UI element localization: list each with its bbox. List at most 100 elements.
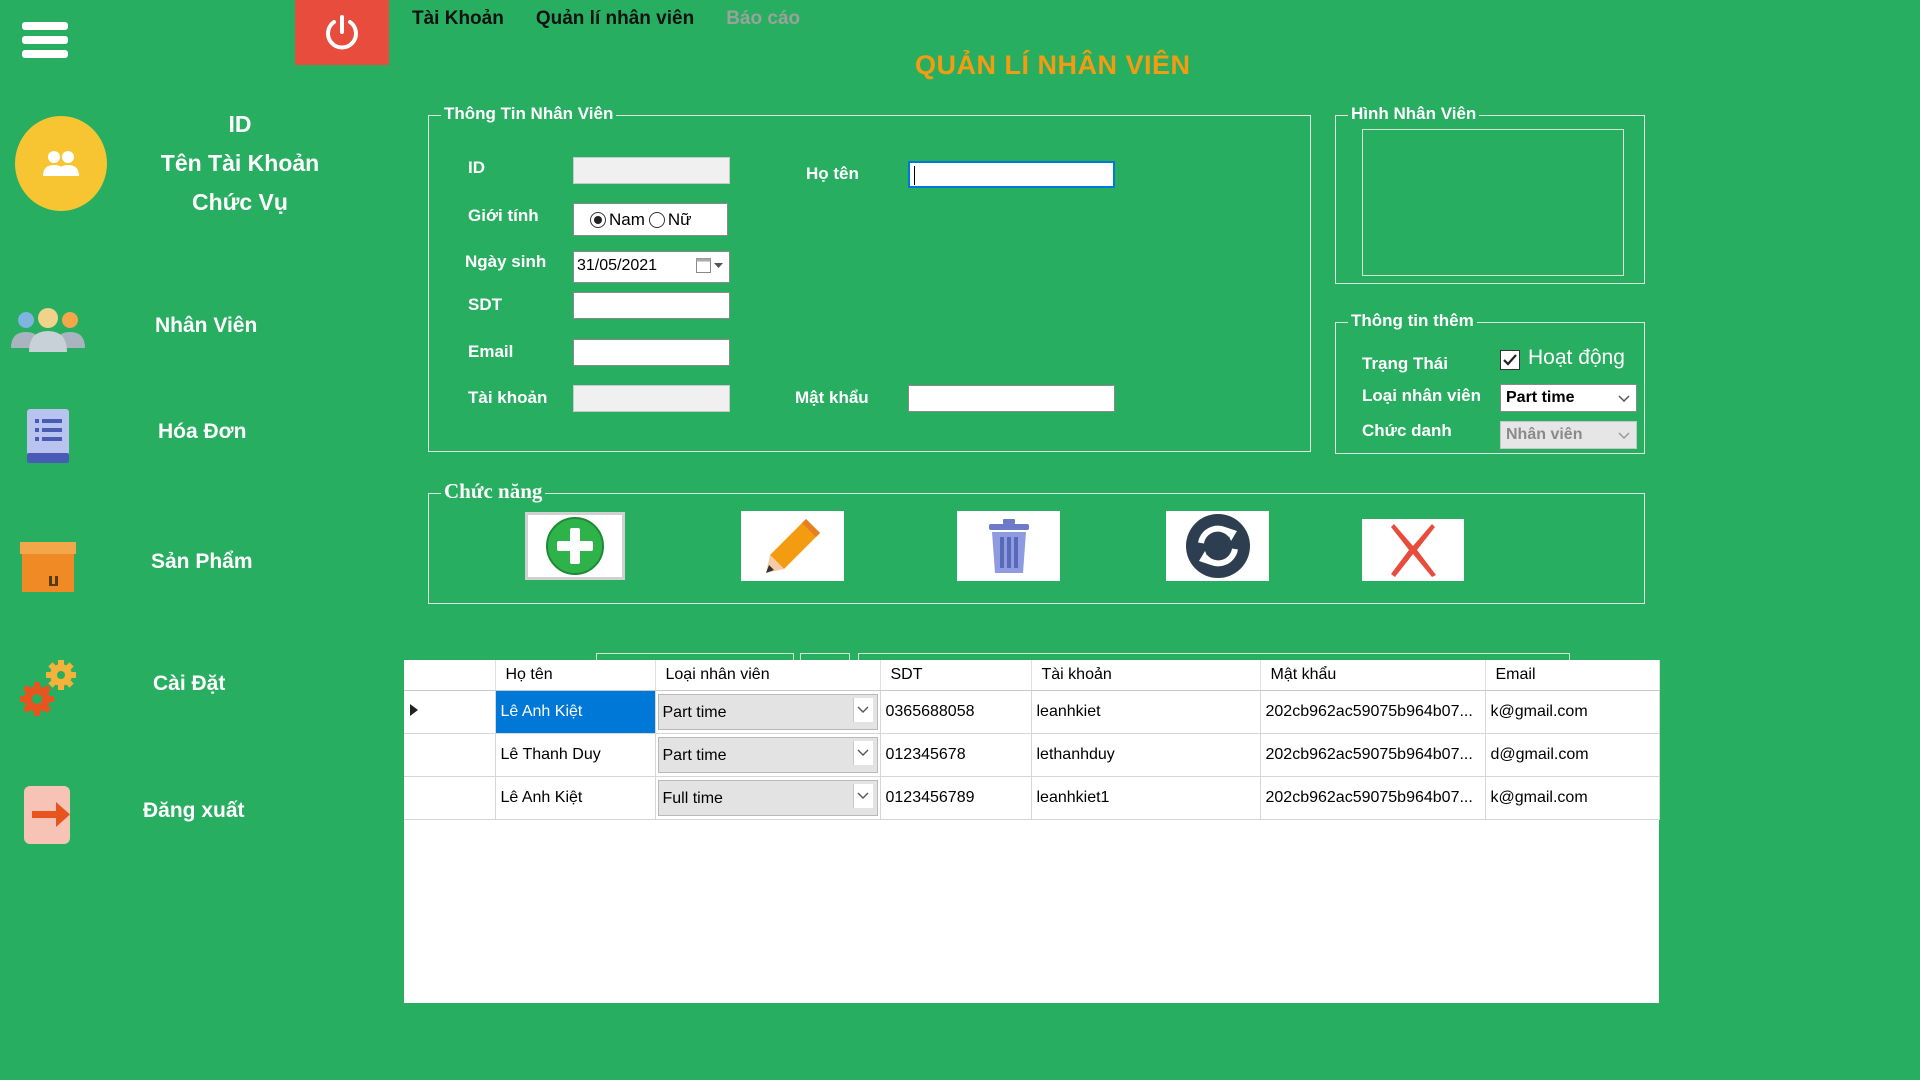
- gender-radio-group: Nam Nữ: [573, 203, 728, 236]
- sidebar-item-label: Sản Phẩm: [151, 550, 253, 573]
- employee-type-select[interactable]: Part time: [1500, 384, 1637, 412]
- gender-female-radio[interactable]: [648, 211, 665, 228]
- sidebar-item-employees[interactable]: Nhân Viên: [0, 290, 330, 370]
- sidebar-item-label: Nhân Viên: [155, 314, 258, 337]
- table-row[interactable]: Lê Anh Kiệt Full time 0123456789 leanhki…: [404, 776, 1660, 820]
- delete-button[interactable]: [957, 511, 1060, 581]
- chevron-down-icon: [714, 262, 723, 268]
- chevron-down-icon[interactable]: [852, 740, 873, 765]
- cell-type-value: Part time: [662, 746, 727, 764]
- dob-date-picker[interactable]: 31/05/2021: [573, 251, 730, 283]
- cell-password[interactable]: 202cb962ac59075b964b07...: [1260, 733, 1486, 777]
- column-header[interactable]: Loại nhân viên: [655, 660, 881, 691]
- chevron-down-icon[interactable]: [852, 783, 873, 808]
- pencil-edit-icon: [765, 519, 820, 573]
- cell-name[interactable]: Lê Anh Kiệt: [495, 690, 656, 734]
- sidebar-item-label: Hóa Đơn: [158, 420, 247, 443]
- group-title: Thông Tin Nhân Viên: [441, 104, 617, 124]
- gender-label: Giới tính: [468, 206, 539, 225]
- cell-type-value: Part time: [662, 703, 727, 721]
- employee-info-group: Thông Tin Nhân Viên: [428, 104, 1311, 452]
- cell-type-select[interactable]: Full time: [657, 779, 878, 816]
- edit-button[interactable]: [741, 511, 844, 581]
- position-select: Nhân viên: [1500, 421, 1637, 449]
- phone-label: SDT: [468, 295, 502, 314]
- cell-type[interactable]: Full time: [655, 776, 881, 820]
- cell-password[interactable]: 202cb962ac59075b964b07...: [1260, 690, 1486, 734]
- account-field[interactable]: [573, 385, 730, 412]
- add-plus-icon: [546, 517, 604, 575]
- column-header[interactable]: Email: [1485, 660, 1660, 691]
- sidebar-item-products[interactable]: Sản Phẩm: [0, 526, 330, 606]
- phone-field[interactable]: [573, 292, 730, 319]
- menu-bar: Tài Khoản Quản lí nhân viên Báo cáo: [412, 8, 800, 30]
- menu-account[interactable]: Tài Khoản: [412, 8, 504, 30]
- sidebar-item-settings[interactable]: Cài Đặt: [0, 648, 330, 728]
- group-title: Chức năng: [441, 479, 546, 504]
- user-info: ID Tên Tài Khoản Chức Vụ: [140, 105, 340, 222]
- calendar-dropdown-button[interactable]: [696, 258, 723, 273]
- cell-phone[interactable]: 0123456789: [880, 776, 1032, 820]
- cell-email[interactable]: k@gmail.com: [1485, 776, 1660, 820]
- logout-icon: [8, 783, 88, 847]
- page-title: QUẢN LÍ NHÂN VIÊN: [915, 50, 1191, 80]
- row-header[interactable]: [404, 690, 496, 734]
- column-header[interactable]: Họ tên: [495, 660, 656, 691]
- menu-employee-management[interactable]: Quản lí nhân viên: [536, 8, 694, 30]
- cell-type-value: Full time: [662, 789, 723, 807]
- gender-female-label: Nữ: [667, 209, 692, 229]
- active-checkbox[interactable]: [1500, 350, 1520, 370]
- cell-password[interactable]: 202cb962ac59075b964b07...: [1260, 776, 1486, 820]
- hamburger-icon[interactable]: [22, 22, 68, 68]
- status-label: Trạng Thái: [1362, 354, 1448, 373]
- sidebar-item-invoices[interactable]: Hóa Đơn: [0, 396, 330, 476]
- user-id-label: ID: [228, 111, 252, 137]
- cell-type-select[interactable]: Part time: [657, 693, 878, 730]
- user-avatar: [15, 116, 107, 211]
- row-header[interactable]: [404, 733, 496, 777]
- cell-type[interactable]: Part time: [655, 690, 881, 734]
- invoice-icon: [8, 404, 88, 468]
- employee-table[interactable]: Họ tên Loại nhân viên SDT Tài khoản Mật …: [404, 660, 1660, 1003]
- column-header[interactable]: Mật khẩu: [1260, 660, 1486, 691]
- cell-phone[interactable]: 012345678: [880, 733, 1032, 777]
- id-field[interactable]: [573, 157, 730, 184]
- cell-account[interactable]: leanhkiet1: [1031, 776, 1261, 820]
- email-field[interactable]: [573, 339, 730, 366]
- current-row-arrow-icon: [410, 703, 418, 716]
- trash-icon: [988, 519, 1029, 573]
- cell-email[interactable]: d@gmail.com: [1485, 733, 1660, 777]
- cell-name[interactable]: Lê Anh Kiệt: [495, 776, 656, 820]
- settings-gears-icon: [8, 656, 88, 720]
- menu-report: Báo cáo: [726, 8, 801, 29]
- column-header[interactable]: Tài khoản: [1031, 660, 1261, 691]
- cell-account[interactable]: leanhkiet: [1031, 690, 1261, 734]
- cell-phone[interactable]: 0365688058: [880, 690, 1032, 734]
- column-header[interactable]: SDT: [880, 660, 1032, 691]
- employees-icon: [8, 298, 88, 362]
- sidebar-item-logout[interactable]: Đăng xuất: [0, 775, 330, 855]
- cell-type-select[interactable]: Part time: [657, 736, 878, 773]
- close-button[interactable]: [1362, 519, 1464, 581]
- position-value: Nhân viên: [1506, 426, 1583, 443]
- group-title: Thông tin thêm: [1348, 311, 1477, 331]
- table-row[interactable]: Lê Thanh Duy Part time 012345678 lethanh…: [404, 733, 1660, 777]
- add-button[interactable]: [525, 512, 625, 580]
- account-label: Tài khoản: [468, 388, 548, 407]
- row-header-corner: [404, 660, 496, 691]
- table-row[interactable]: Lê Anh Kiệt Part time 0365688058 leanhki…: [404, 690, 1660, 734]
- row-header[interactable]: [404, 776, 496, 820]
- refresh-button[interactable]: [1166, 511, 1269, 581]
- cell-email[interactable]: k@gmail.com: [1485, 690, 1660, 734]
- cell-account[interactable]: lethanhduy: [1031, 733, 1261, 777]
- password-field[interactable]: [908, 385, 1115, 412]
- close-x-icon: [1391, 524, 1436, 577]
- chevron-down-icon[interactable]: [852, 697, 873, 722]
- gender-male-radio[interactable]: [590, 211, 606, 228]
- employee-photo[interactable]: [1362, 129, 1624, 276]
- cell-name[interactable]: Lê Thanh Duy: [495, 733, 656, 777]
- cell-type[interactable]: Part time: [655, 733, 881, 777]
- name-field[interactable]: [908, 161, 1115, 188]
- employee-type-value: Part time: [1506, 389, 1575, 406]
- power-button[interactable]: [295, 0, 389, 65]
